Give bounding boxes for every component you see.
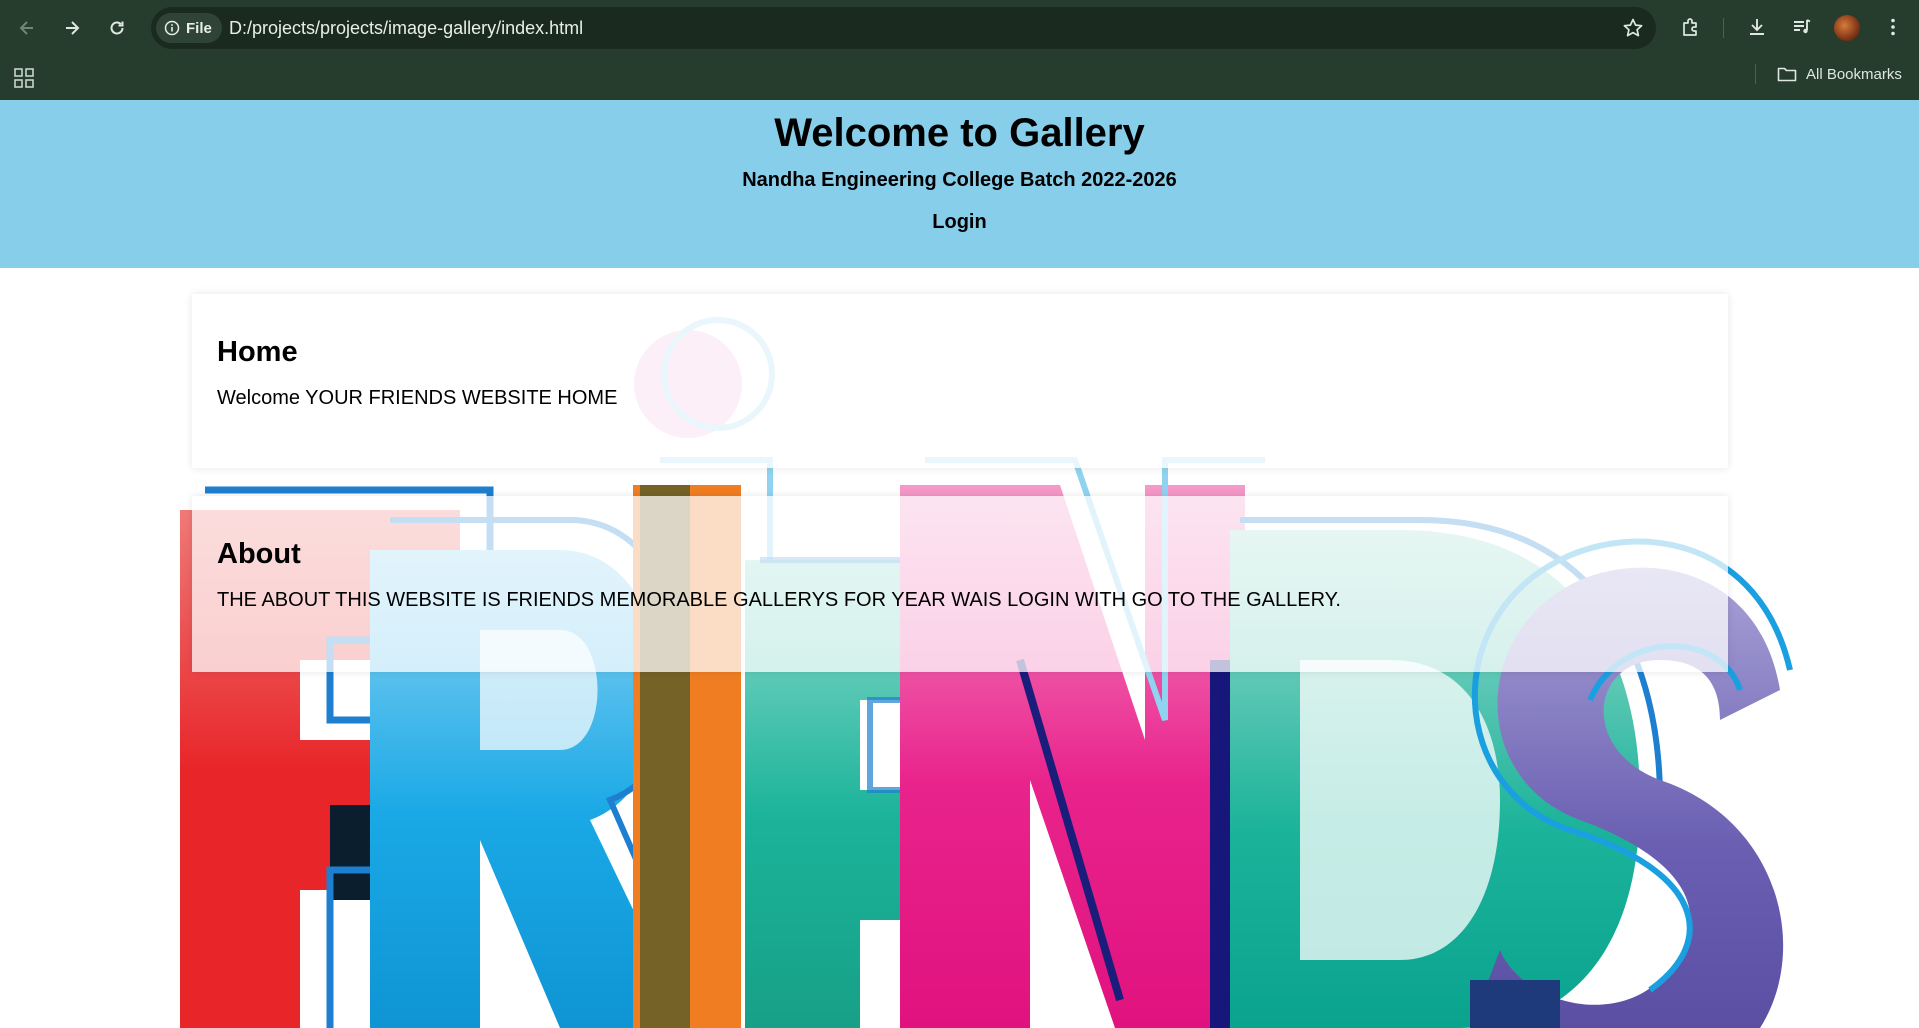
toolbar-divider bbox=[1723, 18, 1724, 38]
extensions-icon bbox=[1683, 18, 1697, 36]
info-icon bbox=[164, 20, 180, 36]
reload-button[interactable] bbox=[101, 12, 133, 44]
site-chip-label: File bbox=[186, 19, 212, 37]
url-text[interactable]: D:/projects/projects/image-gallery/index… bbox=[229, 7, 583, 49]
all-bookmarks-button[interactable]: All Bookmarks bbox=[1776, 62, 1902, 86]
page-viewport: Welcome to Gallery Nandha Engineering Co… bbox=[0, 100, 1919, 1028]
bookmarks-bar bbox=[0, 56, 1919, 100]
extensions-button[interactable] bbox=[1678, 14, 1704, 40]
browser-menu-button[interactable] bbox=[1880, 14, 1906, 40]
media-controls-button[interactable] bbox=[1789, 14, 1815, 40]
site-header: Welcome to Gallery Nandha Engineering Co… bbox=[0, 100, 1919, 268]
login-link[interactable]: Login bbox=[0, 211, 1919, 234]
page-title: Welcome to Gallery bbox=[774, 111, 1145, 155]
home-heading: Home bbox=[217, 336, 298, 368]
about-section: About THE ABOUT THIS WEBSITE IS FRIENDS … bbox=[192, 496, 1728, 672]
media-icon bbox=[1794, 19, 1811, 34]
forward-button[interactable] bbox=[56, 12, 88, 44]
about-heading: About bbox=[217, 538, 301, 570]
address-bar[interactable]: File D:/projects/projects/image-gallery/… bbox=[151, 7, 1656, 49]
browser-chrome: File D:/projects/projects/image-gallery/… bbox=[0, 0, 1919, 100]
bookmarks-divider bbox=[1755, 64, 1756, 84]
download-icon bbox=[1750, 19, 1764, 35]
menu-icon bbox=[1891, 18, 1895, 36]
back-icon bbox=[19, 21, 33, 35]
folder-icon bbox=[1777, 67, 1797, 82]
star-icon[interactable] bbox=[1622, 17, 1644, 39]
all-bookmarks-label: All Bookmarks bbox=[1806, 65, 1902, 83]
site-info-chip[interactable]: File bbox=[156, 13, 222, 43]
page-subtitle: Nandha Engineering College Batch 2022-20… bbox=[742, 169, 1177, 191]
browser-toolbar: File D:/projects/projects/image-gallery/… bbox=[0, 0, 1919, 56]
home-section: Home Welcome YOUR FRIENDS WEBSITE HOME bbox=[192, 294, 1728, 468]
apps-icon[interactable] bbox=[12, 66, 36, 90]
forward-icon bbox=[66, 21, 80, 35]
home-text: Welcome YOUR FRIENDS WEBSITE HOME bbox=[217, 387, 618, 409]
back-button[interactable] bbox=[11, 12, 43, 44]
about-text: THE ABOUT THIS WEBSITE IS FRIENDS MEMORA… bbox=[217, 589, 1341, 611]
downloads-button[interactable] bbox=[1744, 14, 1770, 40]
reload-icon bbox=[110, 21, 124, 35]
profile-avatar[interactable] bbox=[1834, 15, 1860, 41]
